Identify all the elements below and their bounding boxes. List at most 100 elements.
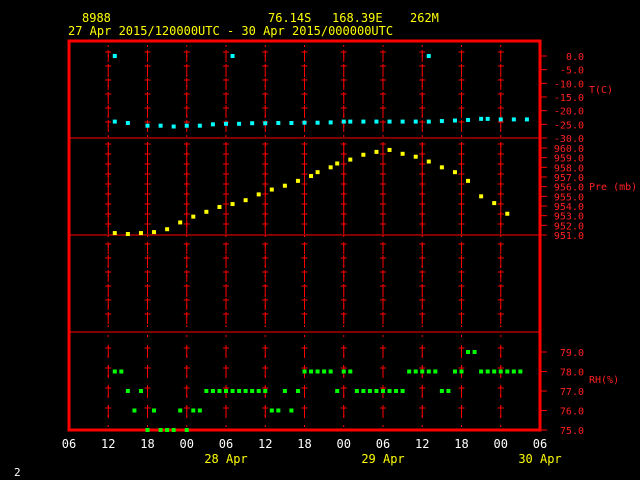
data-point [374, 149, 379, 154]
y-tick-label: 76.0 [560, 407, 584, 418]
data-point [295, 389, 300, 393]
data-point [335, 161, 340, 166]
data-point [492, 201, 497, 206]
time-range: 27 Apr 2015/120000UTC - 30 Apr 2015/0000… [68, 24, 393, 38]
data-point [230, 202, 235, 207]
grid-marker [380, 406, 386, 418]
grid-marker [223, 312, 229, 324]
x-tick-label: 06 [62, 437, 76, 451]
data-point [237, 121, 242, 126]
y-tick-label: -10.0 [554, 79, 584, 90]
grid-marker [183, 270, 190, 282]
grid-marker [144, 222, 151, 234]
data-point [315, 170, 320, 175]
data-point [381, 389, 385, 393]
grid-marker [301, 386, 308, 398]
grid-marker [183, 256, 190, 268]
data-point [322, 369, 327, 374]
data-point [263, 389, 268, 393]
x-tick-label: 00 [337, 437, 351, 451]
data-point [230, 54, 235, 58]
data-point [328, 120, 333, 125]
grid-marker [301, 284, 308, 296]
grid-marker [262, 406, 269, 418]
data-point [328, 165, 333, 170]
grid-marker [105, 256, 112, 268]
grid-marker [301, 106, 308, 118]
grid-marker [380, 106, 386, 118]
grid-marker [223, 406, 229, 418]
elevation: 262M [410, 11, 439, 25]
grid-marker [262, 312, 269, 324]
y-tick-label: 951.0 [554, 231, 584, 242]
grid-marker [458, 346, 465, 358]
data-point [276, 408, 281, 413]
data-point [387, 389, 392, 393]
grid-marker [497, 64, 504, 76]
data-point [119, 369, 124, 374]
data-point [250, 389, 255, 393]
grid-marker [144, 366, 151, 378]
data-point [394, 389, 399, 393]
data-point [335, 389, 340, 393]
data-point [400, 151, 405, 156]
data-point [518, 369, 523, 374]
grid-marker [419, 242, 426, 254]
y-tick-label: 0.0 [566, 52, 584, 63]
data-point [348, 369, 353, 374]
data-point [178, 220, 183, 225]
data-point [152, 408, 157, 413]
grid-marker [340, 270, 347, 282]
grid-marker [419, 312, 426, 324]
grid-marker [340, 78, 347, 90]
data-point [217, 204, 222, 209]
grid-marker [262, 284, 269, 296]
data-point [230, 389, 235, 393]
grid-marker [380, 366, 386, 378]
data-point [426, 369, 431, 374]
grid-marker [380, 298, 386, 310]
data-point [224, 121, 228, 126]
data-point [328, 369, 333, 374]
grid-marker [497, 92, 504, 104]
data-point [237, 389, 242, 393]
data-point [243, 198, 248, 203]
data-point [341, 119, 346, 124]
pressure-axis-label: Pre (mb) [589, 182, 637, 193]
grid-marker [183, 78, 190, 90]
data-point [485, 369, 490, 374]
data-points [112, 54, 529, 432]
data-point [361, 152, 366, 157]
grid-marker [419, 120, 426, 132]
grid-marker [105, 242, 112, 254]
grid-marker [380, 312, 386, 324]
data-point [387, 119, 392, 124]
grid-marker [223, 222, 229, 234]
grid-marker [144, 270, 151, 282]
grid-marker [380, 284, 386, 296]
grid-marker [458, 284, 465, 296]
grid-marker [262, 106, 269, 118]
grid-marker [105, 298, 112, 310]
data-point [511, 117, 516, 122]
data-point [204, 389, 209, 393]
data-point [498, 117, 503, 122]
grid-marker [144, 50, 151, 62]
grid-marker [380, 92, 386, 104]
grid-marker [301, 78, 308, 90]
x-date-label: 29 Apr [361, 452, 404, 466]
data-point [367, 389, 372, 393]
data-point [466, 350, 471, 354]
grid-marker [223, 298, 229, 310]
grid-marker [262, 92, 269, 104]
data-point [158, 428, 163, 432]
grid-marker [340, 106, 347, 118]
grid-marker [105, 366, 112, 378]
grid-marker [340, 222, 347, 234]
data-point [413, 369, 418, 374]
longitude: 168.39E [332, 11, 383, 25]
data-point [459, 369, 464, 374]
data-point [184, 428, 189, 432]
data-point [165, 428, 170, 432]
grid-marker [223, 106, 229, 118]
